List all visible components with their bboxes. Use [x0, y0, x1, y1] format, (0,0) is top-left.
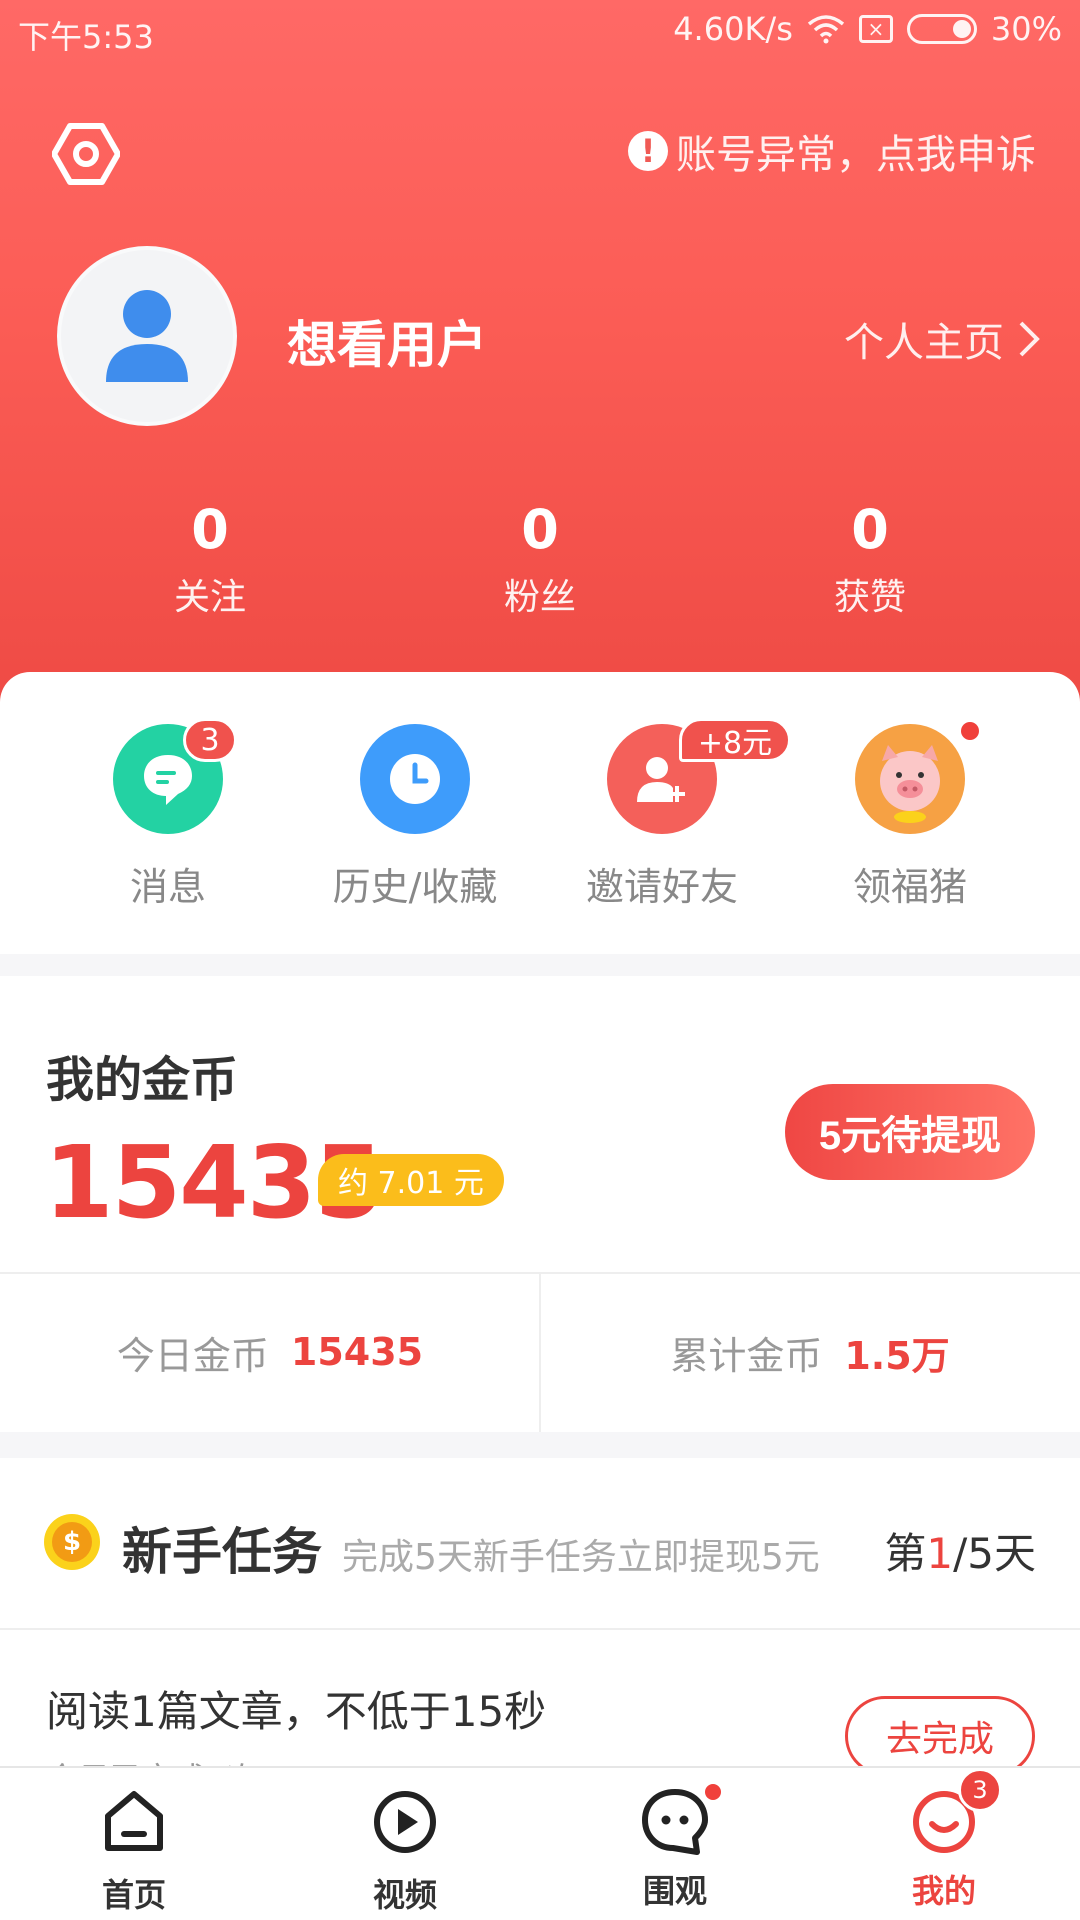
- profile-header: 下午5:53 4.60K/s × 30% ! 账号异常，点我申诉 想看用户 个人…: [0, 0, 1080, 720]
- stat-label: 关注: [173, 577, 246, 618]
- status-bar: 下午5:53 4.60K/s × 30%: [0, 0, 1080, 62]
- withdraw-button[interactable]: 5元待提现: [785, 1084, 1035, 1180]
- total-coins[interactable]: 累计金币 1.5万: [540, 1272, 1080, 1432]
- quick-action-messages[interactable]: 3 消息: [58, 718, 278, 911]
- quick-action-invite[interactable]: +8元 邀请好友: [552, 718, 791, 911]
- nav-mine[interactable]: 3 我的: [844, 1768, 1044, 1912]
- coins-approx-badge: 约 7.01 元: [318, 1154, 504, 1206]
- status-right: 4.60K/s × 30%: [673, 10, 1062, 48]
- nav-watch[interactable]: 围观: [575, 1784, 775, 1912]
- quick-action-lucky-pig[interactable]: 领福猪: [800, 722, 1020, 911]
- nav-video[interactable]: 视频: [305, 1786, 505, 1916]
- nav-label: 视频: [372, 1876, 437, 1914]
- day-current: 1: [926, 1529, 954, 1578]
- chat-bubble-icon: [144, 755, 192, 805]
- network-speed: 4.60K/s: [673, 10, 793, 48]
- invite-reward-badge: +8元: [679, 718, 791, 762]
- mine-icon: 3: [908, 1768, 1002, 1858]
- no-sim-icon: ×: [858, 15, 893, 43]
- stats-row: 0 关注 0 粉丝 0 获赞: [0, 498, 1080, 620]
- day-suffix: /5天: [953, 1529, 1036, 1578]
- alert-icon: !: [628, 131, 668, 171]
- message-count-badge: 3: [183, 718, 237, 762]
- clock-icon: [360, 724, 470, 834]
- quick-action-label: 邀请好友: [585, 865, 738, 909]
- today-coins-label: 今日金币: [116, 1333, 269, 1378]
- newbie-task-card: $ 新手任务 完成5天新手任务立即提现5元 第1/5天 阅读1篇文章，不低于15…: [0, 1458, 1080, 1768]
- nav-label: 我的: [911, 1872, 976, 1910]
- battery-icon: [906, 14, 977, 44]
- coins-card: 我的金币 15435 约 7.01 元 5元待提现 今日金币 15435 累计金…: [0, 976, 1080, 1432]
- notification-dot: [961, 722, 979, 740]
- quick-actions-card: 3 消息 历史/收藏 +8元 邀请好友 领福猪: [0, 672, 1080, 954]
- message-icon: 3: [113, 718, 237, 834]
- divider: [0, 1628, 1080, 1630]
- bottom-nav: 首页 视频 围观 3 我的: [0, 1766, 1080, 1920]
- stat-value: 0: [521, 498, 559, 561]
- play-icon: [374, 1791, 436, 1853]
- notification-dot: [705, 1784, 721, 1800]
- task-subtitle: 完成5天新手任务立即提现5元: [342, 1537, 820, 1578]
- profile-page-link[interactable]: 个人主页: [844, 310, 1040, 368]
- quick-action-label: 消息: [129, 865, 206, 909]
- nav-home[interactable]: 首页: [34, 1786, 234, 1916]
- status-time: 下午5:53: [18, 18, 154, 56]
- quick-action-label: 历史/收藏: [332, 865, 498, 909]
- newbie-task-header: $ 新手任务 完成5天新手任务立即提现5元 第1/5天: [0, 1458, 1080, 1628]
- day-prefix: 第: [884, 1529, 927, 1578]
- chat-face-icon: [639, 1784, 721, 1858]
- pig-face-icon: [880, 745, 940, 823]
- quick-action-label: 领福猪: [852, 865, 967, 909]
- nav-label: 首页: [101, 1876, 166, 1914]
- coin-icon: $: [44, 1514, 100, 1570]
- stat-label: 获赞: [833, 577, 906, 618]
- speech-face-icon: [642, 1789, 708, 1855]
- add-friend-icon: +8元: [607, 718, 791, 834]
- stat-following[interactable]: 0 关注: [45, 498, 375, 620]
- chevron-right-icon: [1019, 321, 1040, 357]
- stat-label: 粉丝: [503, 577, 576, 618]
- battery-percent: 30%: [990, 10, 1062, 48]
- stat-likes[interactable]: 0 获赞: [705, 498, 1035, 620]
- total-coins-label: 累计金币: [670, 1333, 823, 1378]
- nav-label: 围观: [642, 1872, 707, 1910]
- appeal-text: 账号异常，点我申诉: [676, 132, 1036, 178]
- avatar[interactable]: [57, 246, 237, 426]
- pig-icon: [855, 722, 979, 834]
- stat-fans[interactable]: 0 粉丝: [375, 498, 705, 620]
- user-icon: [106, 290, 188, 382]
- quick-action-history[interactable]: 历史/收藏: [305, 724, 525, 911]
- task-item-text: 阅读1篇文章，不低于15秒: [46, 1687, 547, 1736]
- dollar-icon: $: [52, 1522, 92, 1562]
- coins-title: 我的金币: [46, 1052, 239, 1108]
- clock-face-icon: [390, 754, 440, 804]
- username: 想看用户: [287, 316, 487, 374]
- wifi-icon: [807, 15, 844, 44]
- stat-value: 0: [191, 498, 229, 561]
- today-coins[interactable]: 今日金币 15435: [0, 1272, 540, 1432]
- task-title: 新手任务: [122, 1523, 322, 1581]
- home-icon: [105, 1791, 163, 1851]
- task-day-progress: 第1/5天: [884, 1520, 1036, 1581]
- profile-link-label: 个人主页: [844, 320, 1004, 366]
- mine-badge: 3: [958, 1768, 1002, 1812]
- total-coins-value: 1.5万: [844, 1333, 950, 1378]
- account-appeal-link[interactable]: ! 账号异常，点我申诉: [628, 122, 1036, 180]
- complete-task-button[interactable]: 去完成: [845, 1696, 1035, 1768]
- stat-value: 0: [851, 498, 889, 561]
- today-coins-value: 15435: [290, 1330, 424, 1374]
- settings-icon[interactable]: [52, 120, 120, 188]
